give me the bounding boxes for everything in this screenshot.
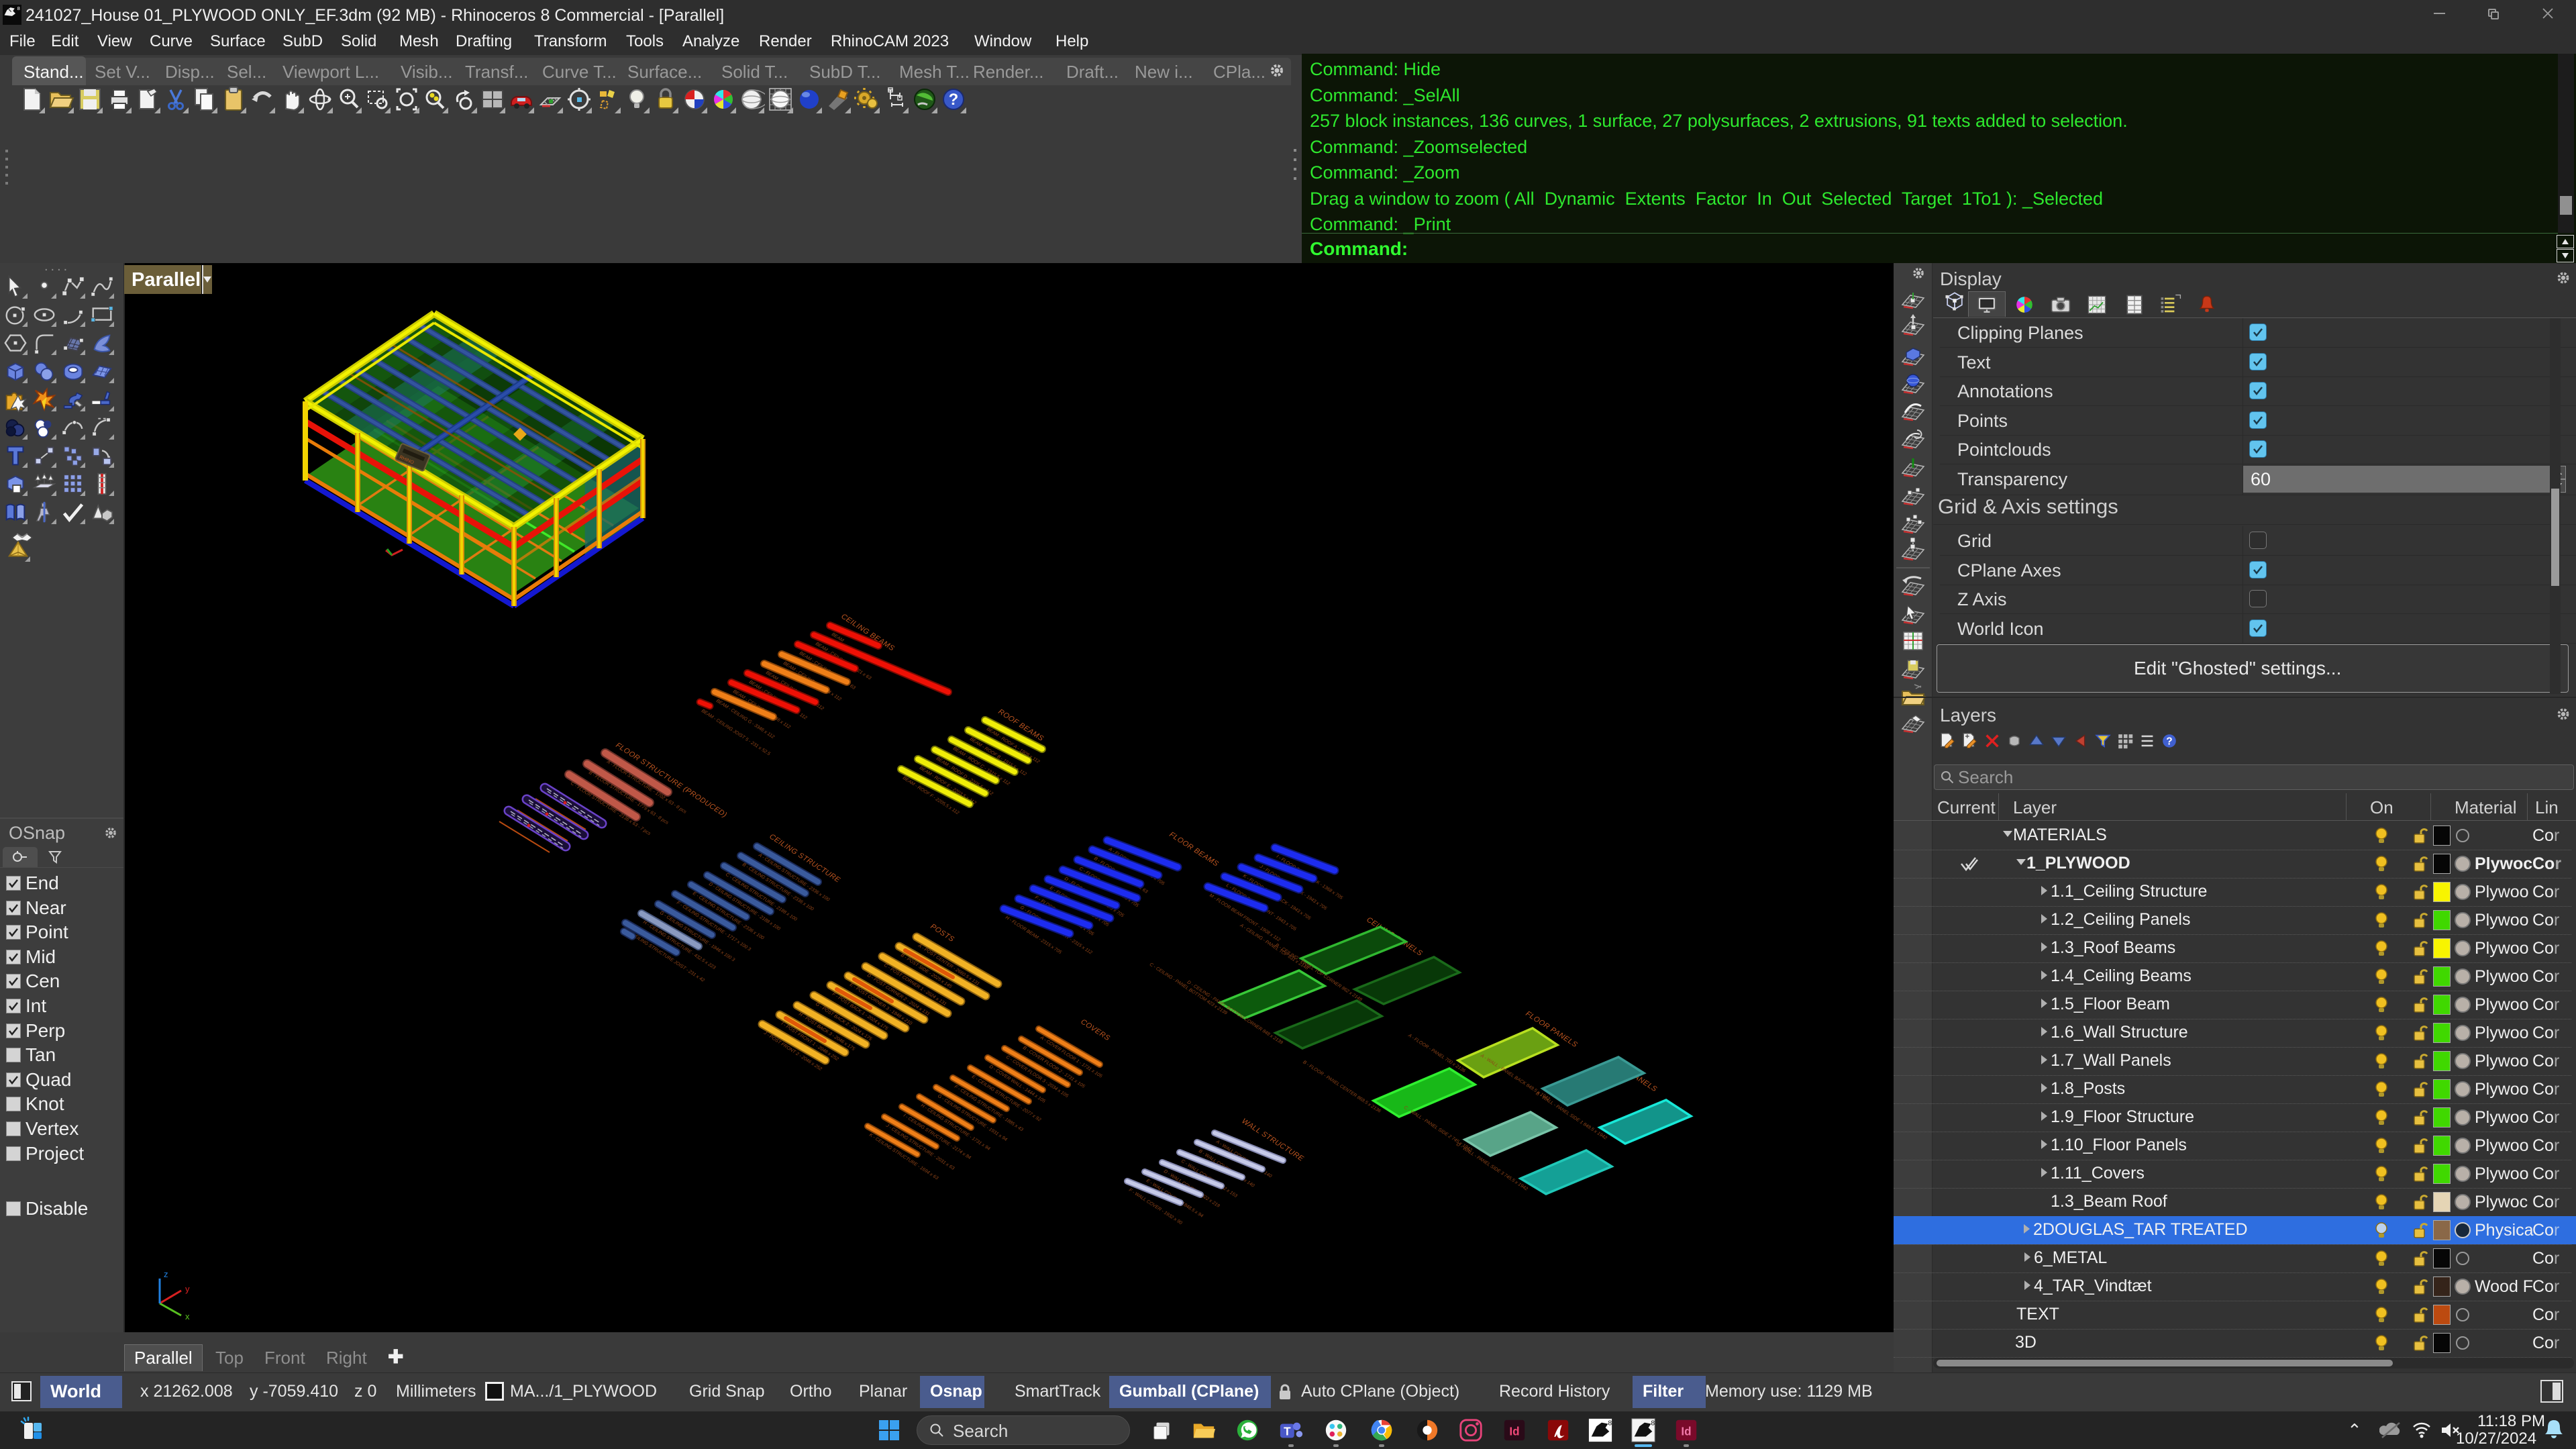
svg-text:A - FLOOR - PANEL 700 x 2136: A - FLOOR - PANEL 700 x 2136 — [1406, 1033, 1465, 1074]
svg-text:C - CEILING - PANEL BOTTOM 423: C - CEILING - PANEL BOTTOM 423 x 2139 — [1149, 962, 1228, 1016]
svg-text:POSTS: POSTS — [929, 922, 956, 944]
svg-text:BEAM - CEILING JOIST 5 - 231 x: BEAM - CEILING JOIST 5 - 231 x 52.5 — [701, 709, 771, 757]
svg-text:FLOOR STRUCTURE (PRODUCED): FLOOR STRUCTURE (PRODUCED) — [614, 741, 728, 819]
svg-text:B - FLOOR - PANEL CENTER 868.5: B - FLOOR - PANEL CENTER 868.5 x 2136 — [1302, 1060, 1382, 1113]
svg-text:?: ? — [2166, 736, 2172, 748]
svg-text:A - CEILING - PANEL TOP 831 x: A - CEILING - PANEL TOP 831 x 2148 — [1239, 923, 1309, 971]
svg-text:Id: Id — [1681, 1426, 1691, 1438]
svg-text:COVERS: COVERS — [1079, 1017, 1111, 1042]
svg-text:Id: Id — [1509, 1426, 1519, 1438]
svg-text:8: 8 — [17, 5, 20, 11]
svg-text:T: T — [1284, 1426, 1291, 1438]
svg-text:?: ? — [949, 91, 959, 109]
svg-text:z: z — [164, 1269, 168, 1279]
svg-text:8: 8 — [1608, 1419, 1612, 1427]
svg-text:8: 8 — [1651, 1419, 1655, 1427]
svg-text:y: y — [185, 1284, 190, 1294]
svg-text:x: x — [185, 1311, 190, 1321]
